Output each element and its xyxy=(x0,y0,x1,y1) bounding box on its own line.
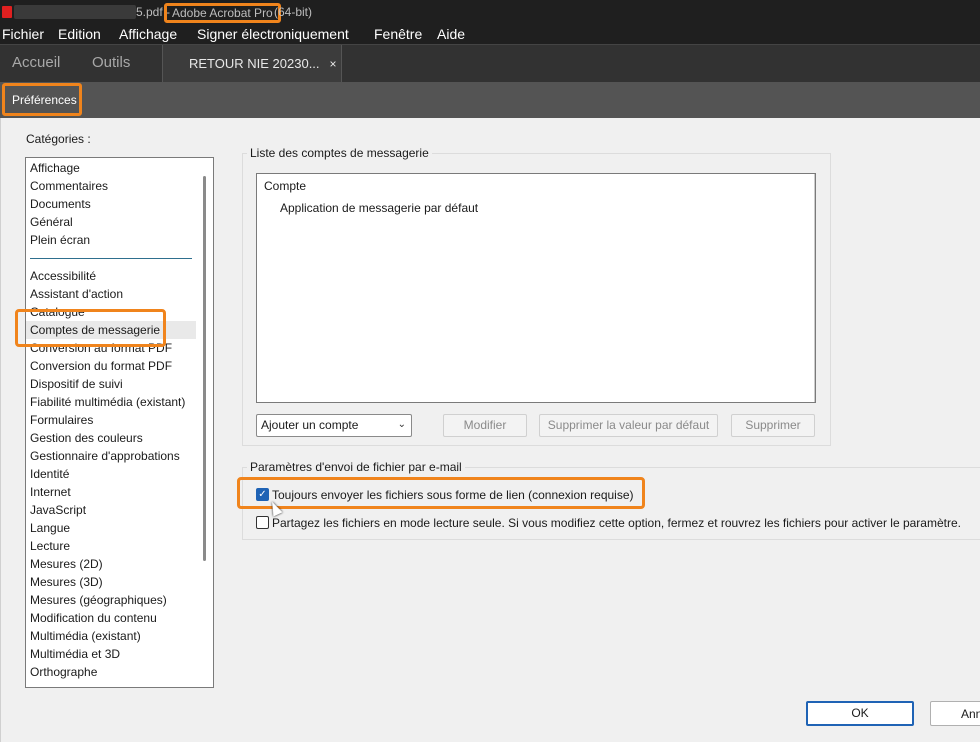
app-bits: (64-bit) xyxy=(274,5,313,19)
category-item[interactable]: Conversion du format PDF xyxy=(30,357,172,375)
selected-category-highlight xyxy=(15,309,166,347)
dialog-title: Préférences xyxy=(2,83,82,116)
menu-fichier[interactable]: Fichier xyxy=(2,26,44,42)
category-divider xyxy=(30,258,192,259)
menu-bar: Fichier Edition Affichage Signer électro… xyxy=(0,24,980,44)
modify-button[interactable]: Modifier xyxy=(443,414,527,437)
menu-affichage[interactable]: Affichage xyxy=(119,26,177,42)
categories-scrollbar[interactable] xyxy=(203,176,206,561)
category-item[interactable]: Multimédia (existant) xyxy=(30,627,141,645)
app-name-highlight: Adobe Acrobat Pro xyxy=(164,3,281,23)
accounts-group-title: Liste des comptes de messagerie xyxy=(247,146,432,160)
category-item[interactable]: Orthographe xyxy=(30,663,97,681)
add-account-select[interactable]: Ajouter un compte ⌄ xyxy=(256,414,412,437)
redacted-filename xyxy=(14,5,136,19)
category-item[interactable]: Modification du contenu xyxy=(30,609,157,627)
category-item[interactable]: Commentaires xyxy=(30,177,108,195)
add-account-label: Ajouter un compte xyxy=(261,418,359,432)
category-item[interactable]: JavaScript xyxy=(30,501,86,519)
accounts-scrollbar xyxy=(814,174,815,402)
category-item[interactable]: Général xyxy=(30,213,73,231)
title-bar: 5.pdf - Adobe Acrobat Pro (64-bit) xyxy=(0,0,980,24)
category-item[interactable]: Affichage xyxy=(30,159,80,177)
category-item[interactable]: Dispositif de suivi xyxy=(30,375,123,393)
menu-fenetre[interactable]: Fenêtre xyxy=(374,26,422,42)
category-item[interactable]: Fiabilité multimédia (existant) xyxy=(30,393,185,411)
menu-edition[interactable]: Edition xyxy=(58,26,101,42)
categories-label: Catégories : xyxy=(26,132,91,146)
category-item[interactable]: Accessibilité xyxy=(30,267,96,285)
readonly-label[interactable]: Partagez les fichiers en mode lecture se… xyxy=(272,516,961,530)
close-icon[interactable]: × xyxy=(330,57,337,71)
category-item[interactable]: Plein écran xyxy=(30,231,90,249)
send-as-link-highlight xyxy=(237,477,645,509)
category-item[interactable]: Internet xyxy=(30,483,71,501)
category-item[interactable]: Gestion des couleurs xyxy=(30,429,143,447)
category-item[interactable]: Mesures (géographiques) xyxy=(30,591,167,609)
acrobat-icon xyxy=(2,6,12,18)
accounts-list[interactable]: Compte Application de messagerie par déf… xyxy=(256,173,816,403)
category-item[interactable]: Gestionnaire d'approbations xyxy=(30,447,180,465)
menu-aide[interactable]: Aide xyxy=(437,26,465,42)
tab-bar: Accueil Outils RETOUR NIE 20230... × xyxy=(0,44,980,82)
readonly-checkbox[interactable] xyxy=(256,516,269,529)
cancel-button[interactable]: Annuler xyxy=(930,701,980,726)
category-item[interactable]: Assistant d'action xyxy=(30,285,123,303)
category-item[interactable]: Langue xyxy=(30,519,70,537)
tab-outils[interactable]: Outils xyxy=(92,45,130,82)
ok-button[interactable]: OK xyxy=(806,701,914,726)
category-item[interactable]: Formulaires xyxy=(30,411,93,429)
category-item[interactable]: Mesures (3D) xyxy=(30,573,103,591)
menu-signer[interactable]: Signer électroniquement xyxy=(197,26,349,42)
send-settings-title: Paramètres d'envoi de fichier par e-mail xyxy=(247,460,465,474)
category-item[interactable]: Multimédia et 3D xyxy=(30,645,120,663)
remove-default-button[interactable]: Supprimer la valeur par défaut xyxy=(539,414,718,437)
category-item[interactable]: Documents xyxy=(30,195,91,213)
accounts-column-header: Compte xyxy=(264,179,307,193)
tab-document-label: RETOUR NIE 20230... xyxy=(189,56,320,71)
account-row[interactable]: Application de messagerie par défaut xyxy=(280,201,478,215)
tab-document[interactable]: RETOUR NIE 20230... × xyxy=(162,45,342,82)
delete-button[interactable]: Supprimer xyxy=(731,414,815,437)
category-item[interactable]: Identité xyxy=(30,465,69,483)
category-item[interactable]: Lecture xyxy=(30,537,70,555)
tab-accueil[interactable]: Accueil xyxy=(12,45,60,82)
categories-list[interactable]: Affichage Commentaires Documents Général… xyxy=(25,157,214,688)
chevron-down-icon: ⌄ xyxy=(397,419,406,430)
dialog-header: Préférences xyxy=(0,82,980,118)
category-item[interactable]: Mesures (2D) xyxy=(30,555,103,573)
